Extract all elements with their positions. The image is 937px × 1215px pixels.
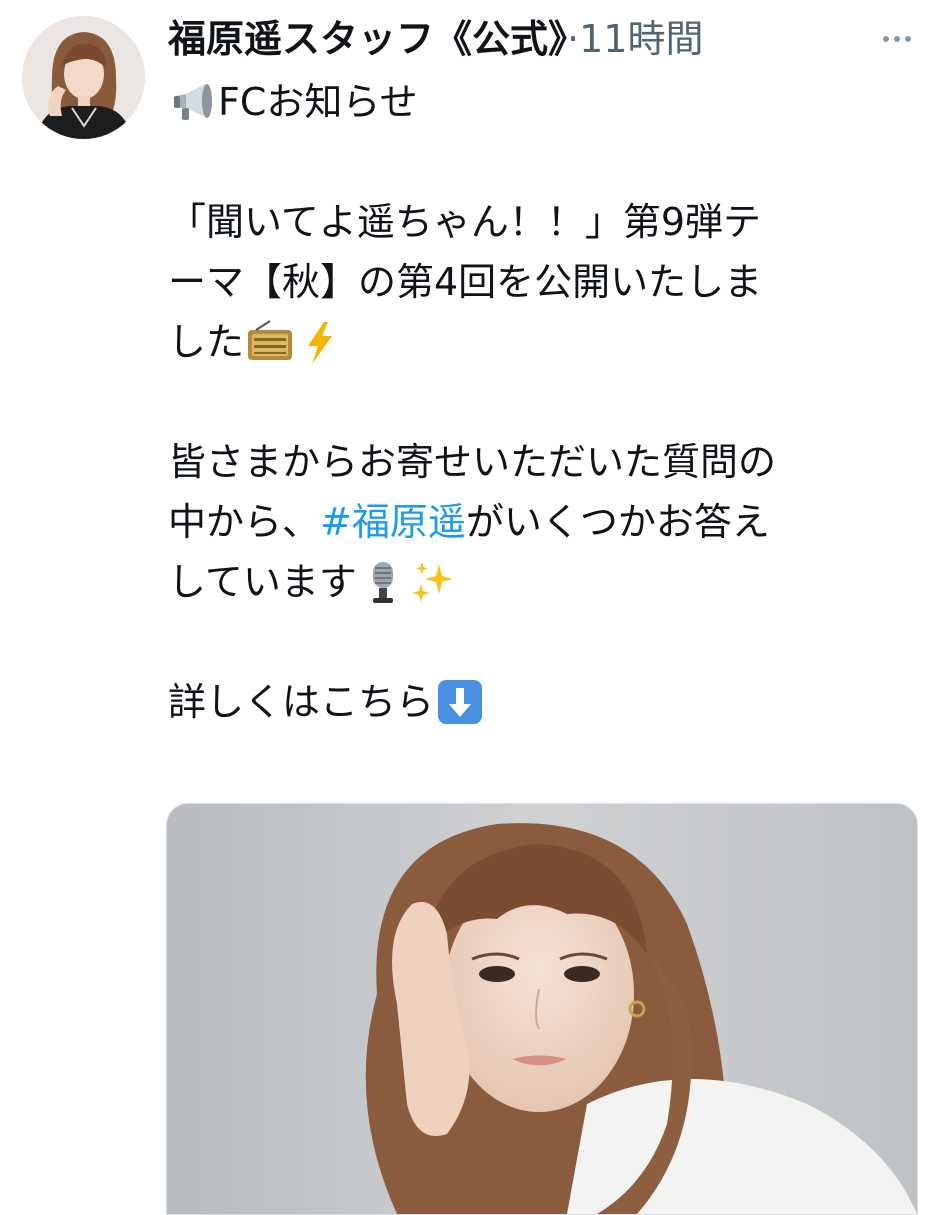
tweet-line-text: しています <box>168 560 357 604</box>
tweet-header: 福原遥スタッフ《公式》·11時間 <box>168 14 868 64</box>
radio-icon <box>246 318 294 366</box>
tweet-line: ーマ【秋】の第4回を公開いたしま <box>168 252 913 312</box>
tweet-line-text: ーマ【秋】の第4回を公開いたしま <box>168 260 763 304</box>
tweet-line-text: 「聞いてよ遥ちゃん！！」第9弾テ <box>168 200 762 244</box>
tweet-line: しています <box>168 552 913 612</box>
tweet-line: 詳しくはこちら <box>168 672 913 732</box>
timestamp[interactable]: 11時間 <box>579 17 703 61</box>
tweet-line-text: 皆さまからお寄せいただいた質問の <box>168 440 777 484</box>
hashtag-link[interactable]: #福原遥 <box>320 492 466 552</box>
tweet-line-text: 中から、 <box>168 500 321 544</box>
notice-label: FCお知らせ <box>218 80 418 124</box>
tweet-line-text: 詳しくはこちら <box>168 680 435 724</box>
down-arrow-icon <box>436 678 484 726</box>
author-name[interactable]: 福原遥スタッフ《公式》 <box>168 17 567 61</box>
tweet-line-text: した <box>168 320 245 364</box>
lightning-icon <box>296 318 344 366</box>
tweet-line: FCお知らせ <box>168 72 913 132</box>
tweet-line: 皆さまからお寄せいただいた質問の <box>168 432 913 492</box>
separator-dot: · <box>567 17 580 61</box>
tweet-line: した <box>168 312 913 372</box>
tweet-text: FCお知らせ 「聞いてよ遥ちゃん！！」第9弾テ ーマ【秋】の第4回を公開いたしま… <box>168 72 913 732</box>
more-horizontal-icon[interactable] <box>872 24 922 54</box>
tweet-photo[interactable] <box>166 803 918 1215</box>
tweet-line-text: がいくつかお答え <box>465 500 770 544</box>
loudspeaker-icon <box>170 78 218 126</box>
avatar[interactable] <box>22 16 145 139</box>
microphone-icon <box>359 558 407 606</box>
tweet-line: 「聞いてよ遥ちゃん！！」第9弾テ <box>168 192 913 252</box>
sparkles-icon <box>409 558 457 606</box>
tweet-line: 中から、 #福原遥 がいくつかお答え <box>168 492 913 552</box>
